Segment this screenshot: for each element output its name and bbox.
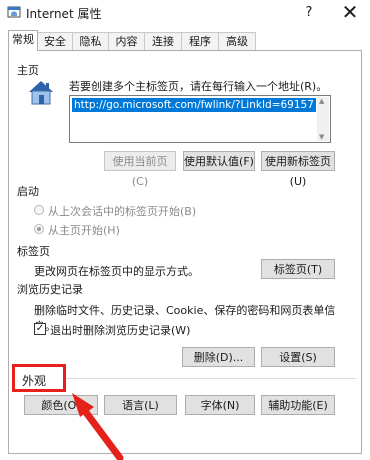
delete-on-exit-label: 退出时删除浏览历史记录(W) [50,324,191,337]
homepage-section-label: 主页 [17,64,39,77]
tab-general[interactable]: 常规 [8,30,38,51]
tabs-settings-button[interactable]: 标签页(T) [261,259,335,279]
use-new-tab-button[interactable]: 使用新标签页(U) [261,151,335,188]
tab-privacy[interactable]: 隐私 [72,32,109,50]
delete-history-button[interactable]: 删除(D)... [182,347,255,367]
red-arrow-annotation [72,393,124,460]
startup-home-page-label: 从主页开始(H) [48,224,120,237]
homepage-url-input[interactable]: http://go.microsoft.com/fwlink/?LinkId=6… [69,95,331,143]
accessibility-button[interactable]: 辅助功能(E) [261,395,335,415]
highlight-box [12,364,66,392]
startup-last-session-radio[interactable] [34,205,44,215]
title-bar: Internet 属性 ? ✕ [0,0,370,26]
homepage-url-text: http://go.microsoft.com/fwlink/?LinkId=6… [72,98,316,112]
fonts-button[interactable]: 字体(N) [185,395,255,415]
house-icon [29,81,53,105]
history-settings-button[interactable]: 设置(S) [261,347,335,367]
help-button[interactable]: ? [292,0,326,26]
scroll-up-icon[interactable]: ▲ [319,97,324,105]
close-button[interactable]: ✕ [330,0,370,26]
tab-programs[interactable]: 程序 [181,32,219,50]
tab-connections[interactable]: 连接 [144,32,182,50]
history-section-label: 浏览历史记录 [17,283,83,296]
startup-last-session-label: 从上次会话中的标签页开始(B) [48,205,197,218]
use-current-button[interactable]: 使用当前页(C) [104,151,176,188]
internet-options-icon [7,6,21,18]
tabs-section-description: 更改网页在标签页中的显示方式。 [34,265,199,278]
startup-section-label: 启动 [17,185,39,198]
delete-on-exit-checkbox[interactable]: ✓ [34,323,46,335]
use-default-button[interactable]: 使用默认值(F) [183,151,255,171]
tab-strip: 常规 安全 隐私 内容 连接 程序 高级 [8,30,362,51]
tab-security[interactable]: 安全 [37,32,73,50]
homepage-description: 若要创建多个主标签页，请在每行输入一个地址(R)。 [69,80,328,93]
url-scrollbar[interactable]: ▲ ▼ [317,97,329,141]
tab-content[interactable]: 内容 [108,32,145,50]
scroll-down-icon[interactable]: ▼ [319,133,324,141]
tabs-section-label: 标签页 [17,245,50,258]
appearance-divider [66,378,356,379]
window-title: Internet 属性 [26,7,102,21]
tab-advanced[interactable]: 高级 [218,32,256,50]
startup-home-page-radio[interactable] [34,224,44,234]
